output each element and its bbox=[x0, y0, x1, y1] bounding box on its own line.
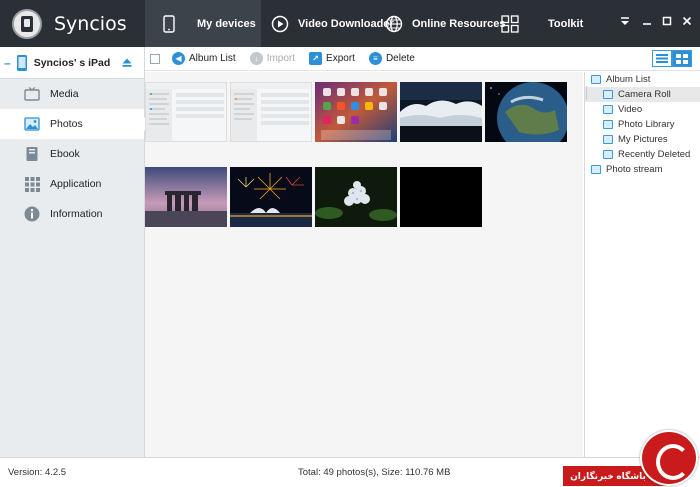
minimize-icon[interactable] bbox=[640, 16, 654, 30]
photo-thumbnail[interactable] bbox=[400, 167, 482, 227]
video-icon bbox=[603, 105, 613, 114]
delete-label: Delete bbox=[385, 53, 415, 64]
phone-icon bbox=[159, 14, 179, 34]
top-bar: Syncios My devices Video Downloader Onli… bbox=[0, 0, 700, 47]
version-text: Version: 4.2.5 bbox=[8, 467, 67, 478]
delete-button[interactable]: ≡ Delete bbox=[368, 52, 415, 65]
total-photos-text: Total: 49 photos(s), Size: 110.76 MB bbox=[298, 467, 451, 478]
grid-view-icon bbox=[676, 53, 688, 64]
album-list-label: Album List bbox=[189, 53, 236, 64]
globe-icon bbox=[384, 14, 404, 34]
close-icon[interactable] bbox=[680, 16, 694, 30]
camera-icon bbox=[603, 90, 613, 99]
album-folder-icon bbox=[591, 165, 601, 174]
album-label: My Pictures bbox=[618, 134, 668, 145]
import-label: Import bbox=[266, 53, 296, 64]
info-icon bbox=[24, 206, 40, 222]
album-label: Photo Library bbox=[618, 119, 675, 130]
device-name: Syncios' s iPad bbox=[33, 56, 111, 69]
album-label: Album List bbox=[606, 74, 651, 85]
sidebar-item-photos[interactable]: Photos bbox=[0, 109, 145, 139]
photo-thumbnail[interactable] bbox=[400, 82, 482, 142]
eject-icon[interactable] bbox=[122, 58, 132, 67]
tab-online-resources[interactable]: Online Resources bbox=[384, 0, 506, 47]
tab-label: Online Resources bbox=[412, 17, 506, 30]
photo-thumbnail[interactable] bbox=[230, 167, 312, 227]
tab-toolkit[interactable]: Toolkit bbox=[500, 0, 583, 47]
album-photo-stream[interactable]: Photo stream bbox=[585, 162, 700, 177]
album-camera-roll[interactable]: Camera Roll bbox=[585, 87, 700, 102]
photo-thumbnail[interactable] bbox=[485, 82, 567, 142]
play-icon bbox=[270, 14, 290, 34]
photo-thumbnail[interactable] bbox=[315, 167, 397, 227]
maximize-icon[interactable] bbox=[660, 16, 674, 30]
tab-label: Toolkit bbox=[548, 17, 584, 30]
grid-icon bbox=[500, 14, 520, 34]
album-panel: Album List Camera Roll Video Photo Libra… bbox=[584, 72, 700, 457]
export-button[interactable]: ↗ Export bbox=[309, 52, 355, 65]
status-bar: Version: 4.2.5 Total: 49 photos(s), Size… bbox=[0, 457, 700, 487]
album-list-button[interactable]: ◀ Album List bbox=[172, 52, 236, 65]
album-label: Video bbox=[618, 104, 643, 115]
album-picture-icon bbox=[603, 135, 613, 144]
syncios-logo-icon bbox=[12, 8, 42, 39]
list-view-icon bbox=[656, 54, 668, 63]
sidebar-item-information[interactable]: Information bbox=[0, 199, 144, 229]
brand: Syncios bbox=[0, 0, 145, 47]
book-icon bbox=[24, 146, 40, 162]
photo-thumbnail[interactable] bbox=[315, 82, 397, 142]
import-icon: ↓ bbox=[249, 52, 263, 65]
watermark-logo-icon bbox=[640, 430, 698, 486]
tab-label: My devices bbox=[197, 17, 256, 30]
album-label: Recently Deleted bbox=[618, 149, 691, 160]
view-toggle bbox=[652, 50, 692, 67]
photo-toolbar: ◀ Album List ↓ Import ↗ Export ≡ Delete bbox=[145, 47, 700, 71]
tab-label: Video Downloader bbox=[298, 17, 394, 30]
photo-thumbnail[interactable] bbox=[145, 82, 227, 142]
sidebar-item-label: Media bbox=[50, 88, 79, 100]
export-icon: ↗ bbox=[309, 52, 323, 65]
photo-grid bbox=[145, 72, 583, 457]
album-picture-icon bbox=[603, 120, 613, 129]
photo-thumbnail[interactable] bbox=[145, 167, 227, 227]
album-photo-library[interactable]: Photo Library bbox=[585, 117, 700, 132]
app-title: Syncios bbox=[54, 12, 127, 35]
sidebar-item-label: Photos bbox=[50, 118, 83, 130]
album-folder-icon bbox=[591, 75, 601, 84]
album-label: Camera Roll bbox=[618, 89, 671, 100]
back-arrow-icon: ◀ bbox=[172, 52, 185, 65]
album-root[interactable]: Album List bbox=[585, 72, 700, 87]
picture-icon bbox=[24, 116, 40, 132]
tab-my-devices[interactable]: My devices bbox=[145, 0, 261, 47]
export-label: Export bbox=[326, 53, 355, 64]
tv-icon bbox=[24, 86, 40, 102]
sidebar-item-label: Information bbox=[50, 208, 103, 220]
tab-video-downloader[interactable]: Video Downloader bbox=[270, 0, 394, 47]
album-label: Photo stream bbox=[606, 164, 663, 175]
list-view-button[interactable] bbox=[652, 50, 672, 67]
select-all-checkbox[interactable] bbox=[150, 53, 160, 64]
sidebar-item-application[interactable]: Application bbox=[0, 169, 144, 199]
delete-icon: ≡ bbox=[368, 52, 382, 65]
sidebar-item-ebook[interactable]: Ebook bbox=[0, 139, 144, 169]
grid-view-button[interactable] bbox=[672, 50, 692, 67]
import-button[interactable]: ↓ Import bbox=[249, 52, 296, 65]
photo-thumbnail[interactable] bbox=[230, 82, 312, 142]
apps-icon bbox=[24, 176, 40, 192]
sidebar-item-label: Ebook bbox=[50, 148, 80, 160]
album-video[interactable]: Video bbox=[585, 102, 700, 117]
ipad-icon bbox=[16, 54, 28, 72]
album-my-pictures[interactable]: My Pictures bbox=[585, 132, 700, 147]
collapse-dash-icon: – bbox=[4, 55, 11, 70]
sidebar-item-label: Application bbox=[50, 178, 102, 190]
sidebar: – Syncios' s iPad Media Photos Ebook App… bbox=[0, 47, 145, 457]
device-row[interactable]: – Syncios' s iPad bbox=[0, 47, 144, 79]
album-picture-icon bbox=[603, 150, 613, 159]
menu-icon[interactable] bbox=[618, 16, 632, 30]
watermark-text: باشگاه خبرنگاران bbox=[570, 470, 646, 481]
sidebar-item-media[interactable]: Media bbox=[0, 79, 144, 109]
album-recently-deleted[interactable]: Recently Deleted bbox=[585, 147, 700, 162]
